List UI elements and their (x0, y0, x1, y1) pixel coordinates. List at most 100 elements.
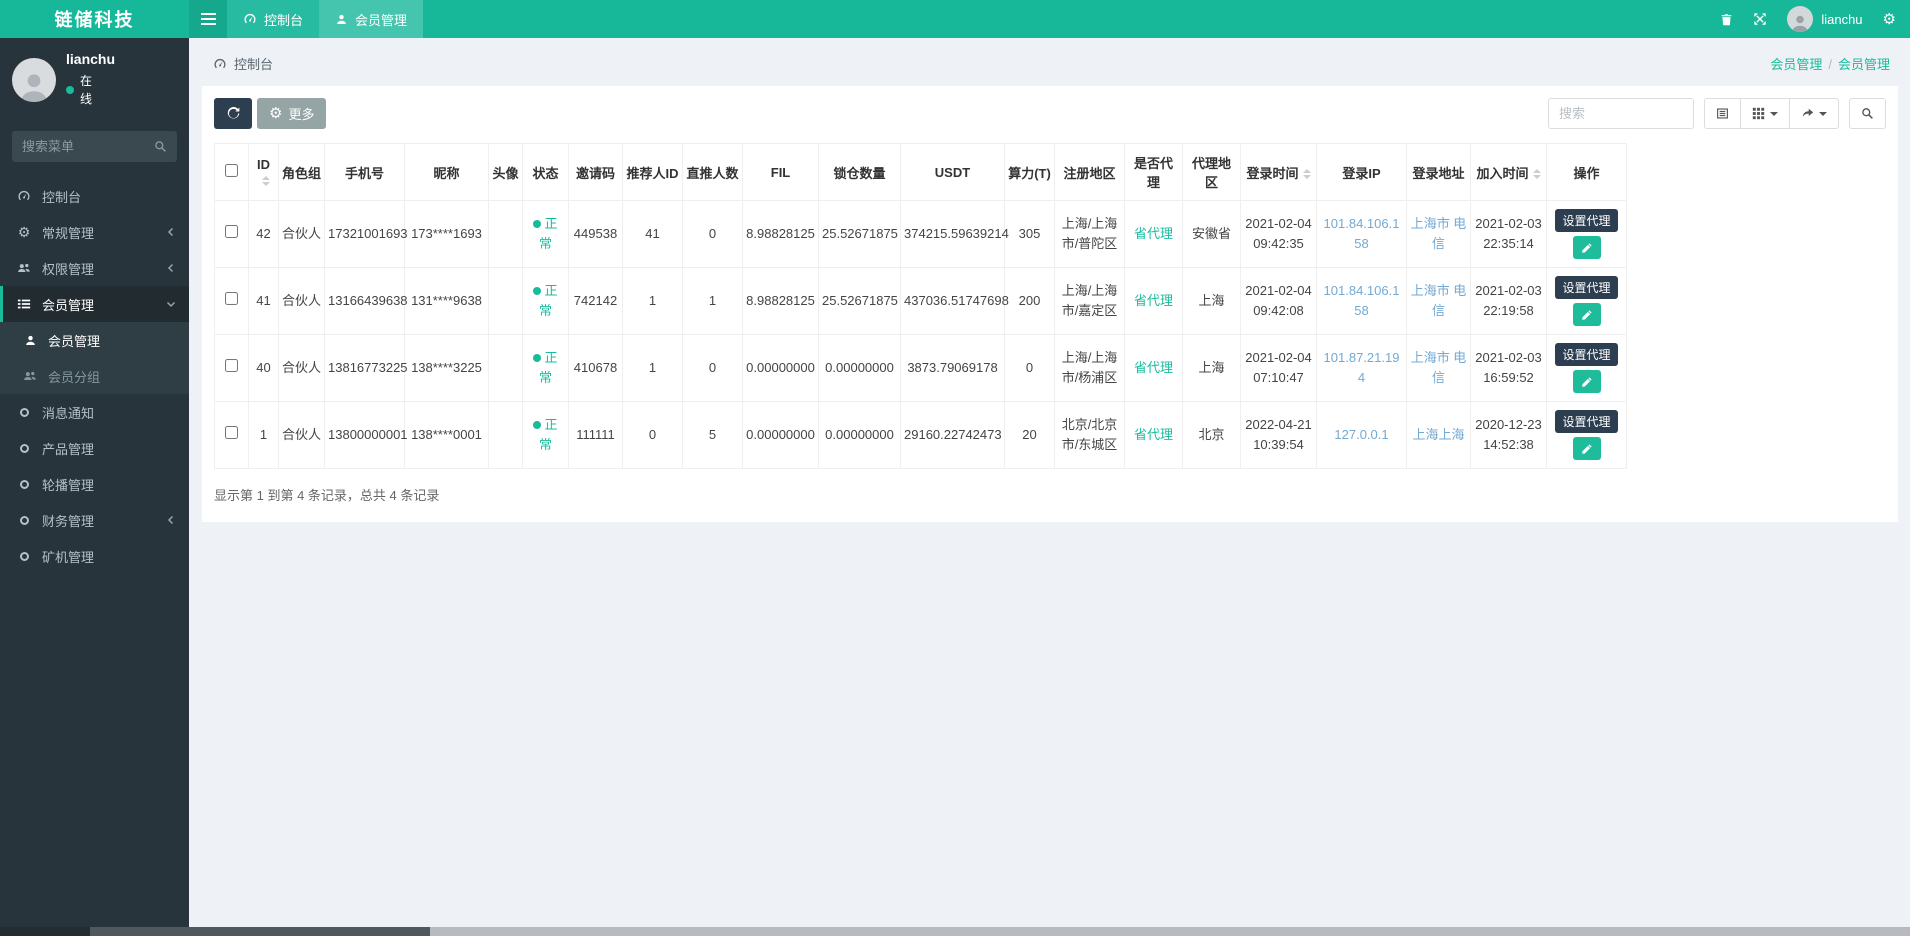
col-header-check (215, 144, 249, 201)
col-header-lock: 锁仓数量 (819, 144, 901, 201)
topbar-right: lianchu ⚙ (1720, 0, 1910, 38)
topnav-tab-members[interactable]: 会员管理 (319, 0, 423, 38)
search-button[interactable] (1849, 98, 1886, 129)
set-agent-button[interactable]: 设置代理 (1555, 343, 1617, 366)
horizontal-scrollbar (0, 927, 1910, 936)
trash-icon[interactable] (1720, 13, 1733, 26)
login_addr-link[interactable]: 上海市 电信 (1411, 216, 1467, 251)
col-header-join_time[interactable]: 加入时间 (1471, 144, 1547, 201)
cell-direct: 0 (683, 335, 743, 402)
cell-fil: 0.00000000 (743, 402, 819, 469)
dashboard-icon (243, 12, 257, 26)
col-header-invite: 邀请码 (569, 144, 623, 201)
col-header-login_time[interactable]: 登录时间 (1241, 144, 1317, 201)
col-header-status: 状态 (523, 144, 569, 201)
sidebar-search-input[interactable] (12, 131, 144, 162)
cell-avatar (489, 268, 523, 335)
col-header-login_ip: 登录IP (1317, 144, 1407, 201)
chevron-down-icon (1770, 112, 1778, 116)
sidebar-item-general[interactable]: ⚙常规管理 (0, 214, 189, 250)
login_addr-link[interactable]: 上海上海 (1412, 427, 1464, 442)
login_ip-link[interactable]: 127.0.0.1 (1334, 427, 1388, 442)
table-view-buttons (1704, 98, 1839, 129)
chevron-down-icon (1819, 112, 1827, 116)
scrollbar-thumb[interactable] (90, 927, 430, 936)
cell-lock: 25.52671875 (819, 201, 901, 268)
avatar (1787, 6, 1813, 32)
cell-avatar (489, 335, 523, 402)
login_ip-link[interactable]: 101.84.106.158 (1324, 283, 1400, 318)
select-all-checkbox[interactable] (225, 164, 238, 177)
sidebar-item-members[interactable]: 会员管理 (0, 286, 189, 322)
cell-check (215, 201, 249, 268)
chevron-down-icon (166, 299, 176, 309)
refresh-icon (227, 107, 240, 120)
login_addr-link[interactable]: 上海市 电信 (1411, 283, 1467, 318)
cell-id: 1 (249, 402, 279, 469)
sidebar-item-finance[interactable]: 财务管理 (0, 502, 189, 538)
pencil-icon (1573, 242, 1601, 254)
login_addr-link[interactable]: 上海市 电信 (1411, 350, 1467, 385)
columns-dropdown-button[interactable] (1740, 98, 1789, 129)
gear-icon: ⚙ (269, 106, 282, 121)
gear-icon[interactable]: ⚙ (1883, 12, 1896, 27)
cell-id: 41 (249, 268, 279, 335)
sidebar-search-button[interactable] (144, 140, 177, 153)
row-checkbox[interactable] (225, 359, 238, 372)
refresh-button[interactable] (214, 98, 252, 129)
login_ip-link[interactable]: 101.84.106.158 (1324, 216, 1400, 251)
breadcrumb-current-link[interactable]: 会员管理 (1838, 57, 1890, 72)
row-checkbox[interactable] (225, 225, 238, 238)
col-header-id[interactable]: ID (249, 144, 279, 201)
sidebar-item-notice[interactable]: 消息通知 (0, 394, 189, 430)
status-badge: 正常 (529, 281, 563, 320)
detail-view-button[interactable] (1704, 98, 1740, 129)
col-header-usdt: USDT (901, 144, 1005, 201)
fullscreen-icon[interactable] (1753, 12, 1767, 26)
sidebar-toggle-button[interactable] (189, 0, 227, 38)
cell-ref_id: 0 (623, 402, 683, 469)
cell-role: 合伙人 (279, 335, 325, 402)
circle-icon (16, 444, 32, 453)
row-checkbox[interactable] (225, 426, 238, 439)
cell-agent_area: 上海 (1183, 335, 1241, 402)
sidebar-subitem-member-group[interactable]: 会员分组 (0, 358, 189, 394)
cell-nick: 173****1693 (405, 201, 489, 268)
table-search-input[interactable] (1548, 98, 1694, 129)
edit-button[interactable] (1573, 437, 1601, 460)
edit-button[interactable] (1573, 370, 1601, 393)
set-agent-button[interactable]: 设置代理 (1555, 410, 1617, 433)
edit-button[interactable] (1573, 236, 1601, 259)
edit-button[interactable] (1573, 303, 1601, 326)
sidebar-subitem-member-manage[interactable]: 会员管理 (0, 322, 189, 358)
agent-flag: 省代理 (1134, 360, 1173, 375)
list-icon (16, 297, 32, 311)
table-toolbar: ⚙ 更多 (214, 98, 1886, 129)
topnav-tab-dashboard[interactable]: 控制台 (227, 0, 319, 38)
cell-invite: 410678 (569, 335, 623, 402)
detail-view-icon (1716, 107, 1729, 120)
pagination-info: 显示第 1 到第 4 条记录，总共 4 条记录 (214, 485, 1886, 504)
member-table: ID角色组手机号昵称头像状态邀请码推荐人ID直推人数FIL锁仓数量USDT算力(… (214, 143, 1627, 469)
set-agent-button[interactable]: 设置代理 (1555, 276, 1617, 299)
cell-fil: 8.98828125 (743, 268, 819, 335)
set-agent-button[interactable]: 设置代理 (1555, 209, 1617, 232)
sidebar-item-carousel[interactable]: 轮播管理 (0, 466, 189, 502)
sidebar-item-permission[interactable]: 权限管理 (0, 250, 189, 286)
row-checkbox[interactable] (225, 292, 238, 305)
col-header-fil: FIL (743, 144, 819, 201)
cell-reg_area: 上海/上海市/嘉定区 (1055, 268, 1125, 335)
cell-login_addr: 上海市 电信 (1407, 201, 1471, 268)
cell-check (215, 402, 249, 469)
user-menu[interactable]: lianchu (1787, 6, 1862, 32)
export-dropdown-button[interactable] (1789, 98, 1839, 129)
sidebar-item-product[interactable]: 产品管理 (0, 430, 189, 466)
more-button[interactable]: ⚙ 更多 (257, 98, 326, 129)
cell-ref_id: 1 (623, 335, 683, 402)
login_ip-link[interactable]: 101.87.21.194 (1324, 350, 1400, 385)
sidebar-item-dashboard[interactable]: 控制台 (0, 178, 189, 214)
cell-usdt: 437036.51747698 (901, 268, 1005, 335)
online-status: 在线 (80, 72, 100, 108)
breadcrumb-parent-link[interactable]: 会员管理 (1770, 57, 1822, 72)
sidebar-item-miner[interactable]: 矿机管理 (0, 538, 189, 574)
